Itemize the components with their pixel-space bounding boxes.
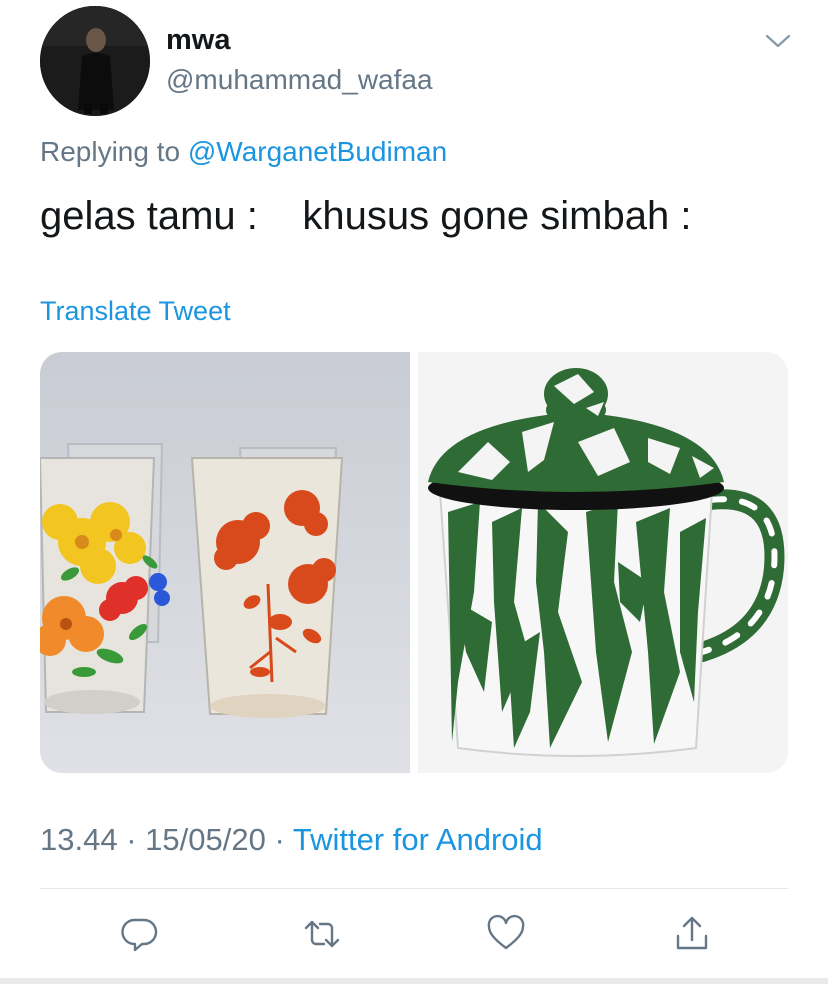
replying-prefix: Replying to [40, 136, 188, 167]
user-handle[interactable]: @muhammad_wafaa [166, 64, 433, 96]
tweet-text: gelas tamu : khusus gone simbah : [40, 194, 692, 238]
tweet-meta: 13.44 · 15/05/20 · Twitter for Android [40, 822, 543, 858]
divider [40, 888, 788, 889]
reply-icon [121, 918, 158, 952]
tweet-source-link[interactable]: Twitter for Android [293, 822, 543, 857]
reply-mention-link[interactable]: @WarganetBudiman [188, 136, 447, 167]
replying-to: Replying to @WarganetBudiman [40, 136, 447, 168]
share-icon [676, 916, 708, 950]
floral-glasses-photo [40, 352, 410, 773]
bottom-edge [0, 978, 828, 984]
like-button[interactable] [484, 912, 528, 956]
meta-separator: · [274, 822, 285, 857]
green-enamel-mug-photo [418, 352, 788, 773]
like-icon [487, 914, 525, 950]
tweet-date: 15/05/20 [145, 822, 266, 857]
display-name[interactable]: mwa [166, 24, 230, 57]
retweet-icon [304, 920, 340, 948]
reply-button[interactable] [118, 912, 162, 956]
media-image-glasses[interactable] [40, 352, 410, 773]
media-image-mug[interactable] [418, 352, 788, 773]
tweet-time: 13.44 [40, 822, 118, 857]
retweet-button[interactable] [300, 912, 344, 956]
share-button[interactable] [670, 912, 714, 956]
chevron-down-icon[interactable] [763, 26, 793, 56]
avatar[interactable] [40, 6, 150, 116]
avatar-photo [40, 6, 150, 116]
media-grid [40, 352, 788, 773]
translate-tweet-link[interactable]: Translate Tweet [40, 296, 231, 327]
meta-separator: · [126, 822, 137, 857]
